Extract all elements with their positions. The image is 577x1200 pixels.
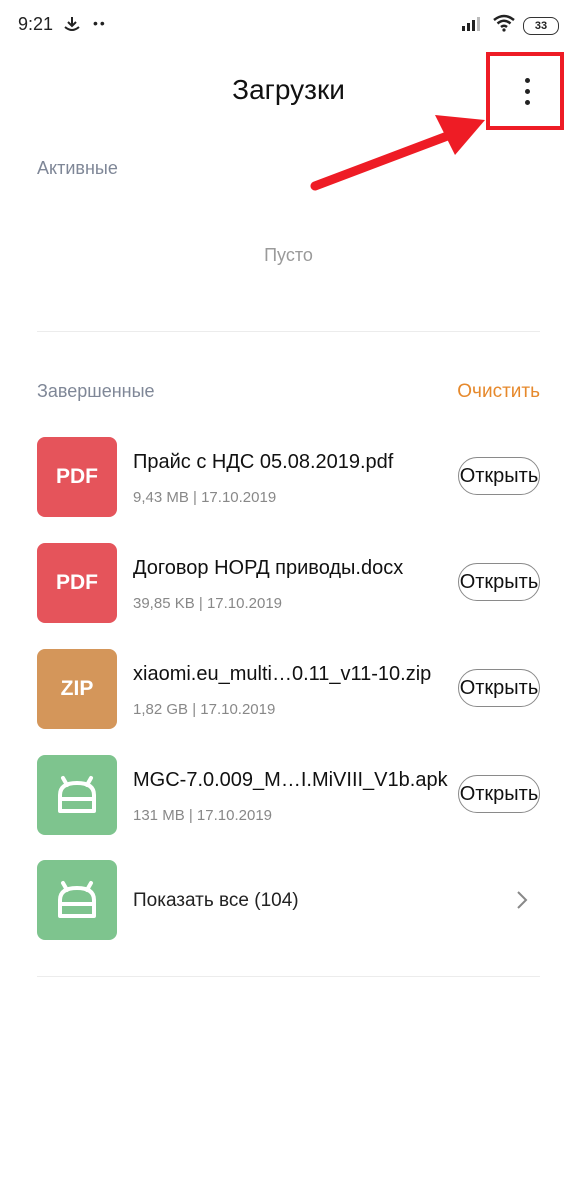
pdf-file-icon: PDF	[37, 437, 117, 517]
download-status-icon	[62, 14, 82, 39]
more-dot	[525, 89, 530, 94]
divider	[37, 331, 540, 332]
file-meta: 1,82 GB | 17.10.2019	[133, 701, 276, 718]
chevron-right-icon	[516, 890, 528, 915]
completed-section-label: Завершенные	[37, 381, 155, 401]
battery-indicator: 33	[523, 16, 559, 35]
open-button[interactable]: Открыть	[458, 457, 540, 495]
status-bar: 9:21 •• 33	[0, 0, 577, 50]
clear-button[interactable]: Очистить	[457, 381, 540, 403]
file-meta: 9,43 MB | 17.10.2019	[133, 489, 277, 506]
file-name: Прайс с НДС 05.08.2019.pdf	[133, 451, 394, 473]
file-meta: 39,85 KB | 17.10.2019	[133, 595, 283, 612]
download-item[interactable]: ZIP xiaomi.eu_multi…0.11_v11-10.zip 1,82…	[0, 649, 577, 755]
show-all-row[interactable]: Показать все (104)	[0, 860, 577, 940]
more-vertical-icon	[525, 78, 530, 83]
header: Загрузки	[0, 50, 577, 140]
more-dot	[525, 100, 530, 105]
divider	[37, 976, 540, 977]
wifi-icon	[493, 14, 515, 37]
active-section-label: Активные	[37, 158, 118, 178]
download-item[interactable]: MGC-7.0.009_M…I.MiVIII_V1b.apk 131 MB | …	[0, 755, 577, 861]
file-name: Договор НОРД приводы.docx	[133, 557, 404, 579]
android-apk-icon	[37, 860, 117, 940]
annotation-arrow	[310, 115, 485, 191]
signal-icon	[461, 15, 485, 36]
notification-dots: ••	[93, 15, 107, 31]
empty-state-text: Пусто	[264, 245, 313, 265]
file-name: MGC-7.0.009_M…I.MiVIII_V1b.apk	[133, 769, 448, 791]
download-item[interactable]: PDF Прайс с НДС 05.08.2019.pdf 9,43 MB |…	[0, 437, 577, 543]
open-button[interactable]: Открыть	[458, 775, 540, 813]
android-apk-icon	[37, 755, 117, 835]
pdf-file-icon: PDF	[37, 543, 117, 623]
file-meta: 131 MB | 17.10.2019	[133, 807, 272, 824]
download-item[interactable]: PDF Договор НОРД приводы.docx 39,85 KB |…	[0, 543, 577, 649]
show-all-label: Показать все (104)	[133, 890, 299, 911]
open-button[interactable]: Открыть	[458, 669, 540, 707]
file-name: xiaomi.eu_multi…0.11_v11-10.zip	[133, 663, 432, 685]
status-time: 9:21	[18, 14, 54, 34]
open-button[interactable]: Открыть	[458, 563, 540, 601]
zip-file-icon: ZIP	[37, 649, 117, 729]
more-options-button[interactable]	[486, 52, 564, 130]
